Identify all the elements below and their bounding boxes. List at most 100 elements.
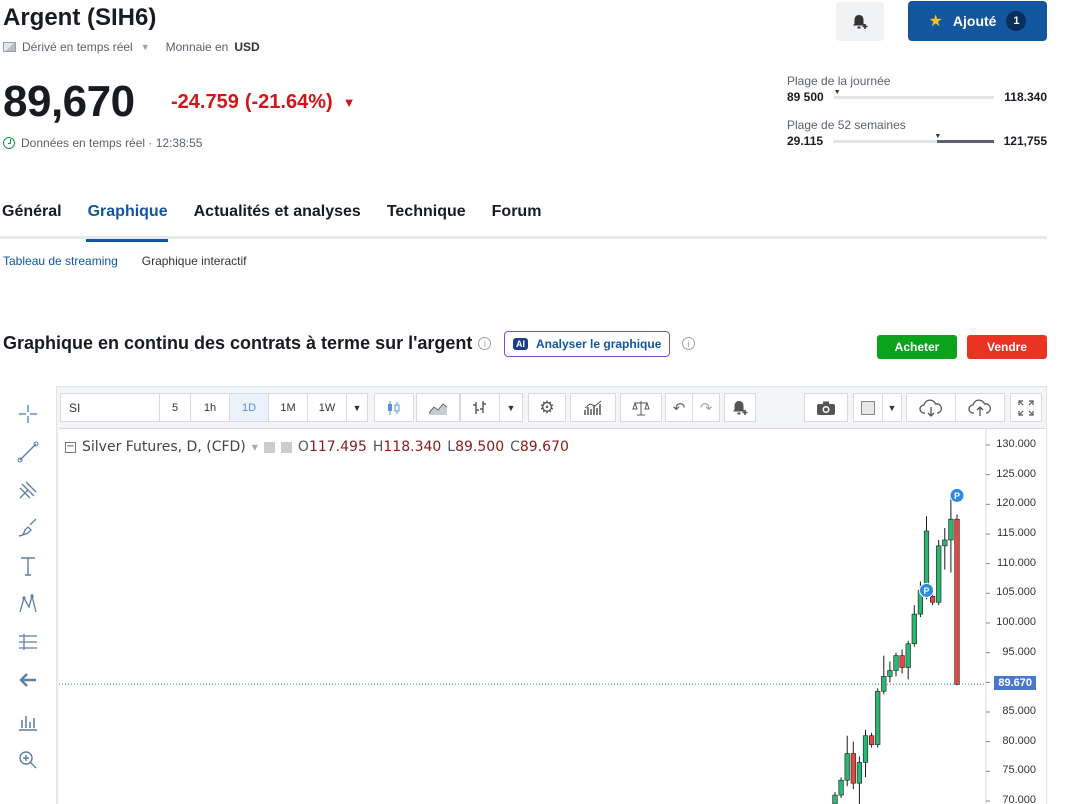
candle-body <box>942 539 948 547</box>
candle-body <box>856 762 862 784</box>
section-title-text: Graphique en continu des contrats à term… <box>3 333 473 353</box>
added-label: Ajouté <box>952 13 997 29</box>
analyze-chart-button[interactable]: AI Analyser le graphique <box>504 331 671 357</box>
color-swatch-icon <box>861 400 875 415</box>
measure-icon[interactable] <box>8 703 48 741</box>
candlestick-chart: PP <box>59 429 990 804</box>
down-triangle-icon: ▼ <box>342 95 356 110</box>
sell-button[interactable]: Vendre <box>967 335 1047 359</box>
interval-dropdown[interactable]: ▼ <box>346 393 368 422</box>
last-price-tag: 89.670 <box>994 676 1036 691</box>
cloud-upload-icon <box>968 399 992 416</box>
change-value: -24.759 <box>171 91 239 113</box>
symbol-input[interactable]: SI <box>60 393 160 422</box>
candle-body <box>923 530 930 591</box>
day-range-marker: ▼ <box>833 88 841 96</box>
candle-body <box>887 670 893 677</box>
trend-line-icon[interactable] <box>8 433 48 471</box>
interval-1d[interactable]: 1D <box>229 393 269 422</box>
area-type-button[interactable] <box>416 393 460 422</box>
bars-type-button[interactable] <box>460 393 500 422</box>
main-tabs: Général Graphique Actualités et analyses… <box>0 200 1047 242</box>
day-range-bar: ▼ <box>833 89 995 99</box>
interval-1m[interactable]: 1M <box>268 393 308 422</box>
fullscreen-icon <box>1018 399 1034 416</box>
pattern-icon[interactable] <box>8 585 48 623</box>
star-icon: ★ <box>928 13 943 30</box>
candle-body <box>936 545 942 603</box>
day-range-low: 89 500 <box>787 90 824 104</box>
bell-plus-icon <box>853 14 868 29</box>
y-tick-label: 95.000 <box>1002 645 1036 658</box>
snapshot-button[interactable] <box>804 393 848 422</box>
info-icon[interactable]: i <box>478 337 492 350</box>
y-tick-label: 100.000 <box>996 616 1036 628</box>
indicators-icon <box>584 400 602 415</box>
candle-body <box>929 596 936 603</box>
fullscreen-button[interactable] <box>1010 393 1042 422</box>
week52-range: Plage de 52 semaines 29.115 ▼ 121,755 <box>787 118 1047 148</box>
watchlist-added-button[interactable]: ★ Ajouté 1 <box>908 1 1047 41</box>
undo-icon: ↶ <box>672 399 686 417</box>
candle-body <box>911 613 917 645</box>
realtime-text: Données en temps réel · 12:38:55 <box>21 136 203 150</box>
candles-type-button[interactable] <box>374 393 414 422</box>
cloud-download-icon <box>919 399 943 417</box>
y-tick-label: 120.000 <box>996 497 1036 510</box>
color-button[interactable] <box>853 393 883 422</box>
clock-icon <box>3 137 15 149</box>
candle-body <box>875 690 881 745</box>
indicators-button[interactable] <box>570 393 616 422</box>
analyze-chart-label: Analyser le graphique <box>536 337 662 351</box>
bell-plus-icon <box>733 400 748 415</box>
week52-range-label: Plage de 52 semaines <box>787 118 906 132</box>
arrow-left-icon[interactable] <box>8 661 48 699</box>
fib-icon[interactable] <box>8 623 48 661</box>
event-marker-label: P <box>954 491 960 501</box>
subtab-streaming[interactable]: Tableau de streaming <box>3 254 118 268</box>
interval-1h[interactable]: 1h <box>190 393 230 422</box>
chart-toolbar: SI 5 1h 1D 1M 1W ▼ ▼ ⚙ ↶ ↷ ▼ <box>57 387 1046 428</box>
color-dropdown[interactable]: ▼ <box>882 393 902 422</box>
save-button[interactable] <box>955 393 1005 422</box>
crosshair-icon[interactable] <box>8 395 48 433</box>
brush-icon[interactable] <box>8 509 48 547</box>
chart-plot-area[interactable]: − Silver Futures, D, (CFD) ▼ O117.495 H1… <box>59 428 1046 804</box>
tab-general[interactable]: Général <box>0 200 62 239</box>
page-title: Argent (SIH6) <box>3 4 157 31</box>
buy-button[interactable]: Acheter <box>877 335 957 359</box>
chart-type-dropdown[interactable]: ▼ <box>499 393 523 422</box>
interval-5[interactable]: 5 <box>159 393 191 422</box>
ai-icon: AI <box>513 338 528 350</box>
change-percent: (-21.64%) <box>244 91 333 113</box>
price-change: -24.759 (-21.64%) ▼ <box>171 91 356 114</box>
derivative-label[interactable]: Dérivé en temps réel <box>22 40 133 54</box>
drawing-toolbar <box>8 395 48 779</box>
tab-chart[interactable]: Graphique <box>85 200 168 242</box>
load-button[interactable] <box>906 393 956 422</box>
tab-technical[interactable]: Technique <box>385 200 466 239</box>
week52-range-high: 121,755 <box>1003 134 1047 148</box>
zoom-icon[interactable] <box>8 741 48 779</box>
scale-icon <box>632 400 650 415</box>
chevron-down-icon[interactable]: ▼ <box>141 42 150 52</box>
candle-body <box>868 735 875 745</box>
add-alert-button[interactable] <box>836 2 884 41</box>
text-icon[interactable] <box>8 547 48 585</box>
chart-alert-button[interactable] <box>724 393 756 422</box>
instrument-meta: Dérivé en temps réel ▼ Monnaie en USD <box>3 40 260 54</box>
analyze-info-icon[interactable]: i <box>682 337 695 350</box>
settings-button[interactable]: ⚙ <box>528 393 566 422</box>
interval-1w[interactable]: 1W <box>307 393 347 422</box>
candle-body <box>881 676 887 692</box>
day-range-label: Plage de la journée <box>787 74 891 88</box>
pitchfork-icon[interactable] <box>8 471 48 509</box>
redo-button[interactable]: ↷ <box>692 393 720 422</box>
tab-news[interactable]: Actualités et analyses <box>192 200 361 239</box>
tab-forum[interactable]: Forum <box>490 200 542 239</box>
candle-body <box>832 794 838 804</box>
compare-button[interactable] <box>620 393 662 422</box>
chart-subtabs: Tableau de streaming Graphique interacti… <box>3 254 246 268</box>
subtab-interactive[interactable]: Graphique interactif <box>142 254 247 268</box>
undo-button[interactable]: ↶ <box>665 393 693 422</box>
